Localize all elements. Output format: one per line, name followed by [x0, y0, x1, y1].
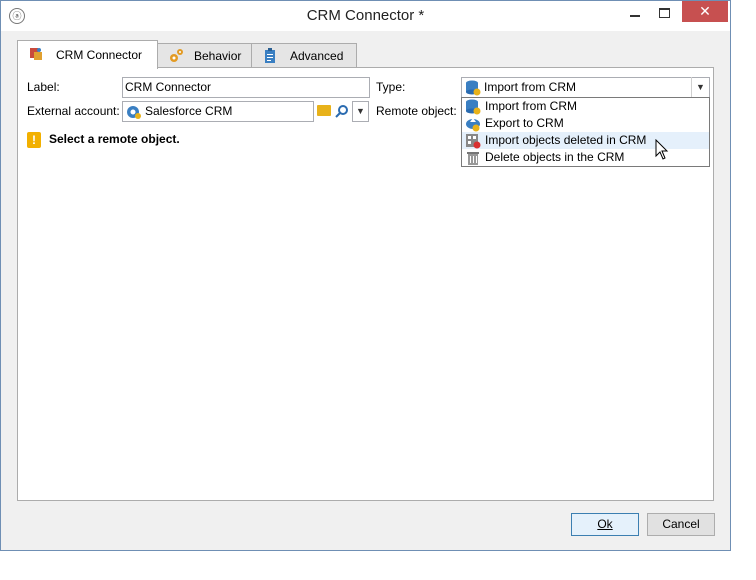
ok-button[interactable]: Ok [571, 513, 639, 536]
delete-grid-icon [466, 134, 481, 149]
option-label: Export to CRM [485, 116, 564, 130]
search-icon[interactable] [335, 104, 349, 118]
external-account-caption: External account: [27, 104, 120, 118]
maximize-button[interactable] [651, 3, 679, 24]
database-import-icon [466, 99, 481, 115]
ok-button-label: Ok [597, 517, 613, 531]
option-label: Import from CRM [485, 99, 578, 113]
clipboard-icon [265, 48, 275, 63]
chevron-down-icon[interactable]: ▼ [691, 77, 709, 98]
option-label: Import objects deleted in CRM [485, 133, 647, 147]
tab-behavior[interactable]: Behavior [157, 43, 252, 68]
gears-icon [170, 49, 183, 62]
tab-label: Advanced [290, 49, 344, 63]
external-account-dropdown[interactable]: ▼ [352, 101, 369, 122]
maximize-icon [659, 8, 670, 18]
trash-icon [467, 152, 479, 165]
close-button[interactable]: ✕ [682, 1, 728, 22]
tab-advanced[interactable]: Advanced [251, 43, 357, 68]
cancel-button[interactable]: Cancel [647, 513, 715, 536]
cancel-button-label: Cancel [662, 517, 700, 531]
option-delete-objects[interactable]: Delete objects in the CRM [462, 149, 709, 166]
tab-crm-connector[interactable]: CRM Connector [17, 40, 158, 69]
tab-label: CRM Connector [56, 48, 143, 62]
database-import-icon [466, 80, 481, 96]
label-caption: Label: [27, 80, 60, 94]
cloud-upload-icon [466, 118, 480, 132]
external-account-value: Salesforce CRM [145, 104, 233, 118]
minimize-icon [630, 15, 640, 17]
type-caption: Type: [376, 80, 406, 94]
tab-label: Behavior [194, 49, 242, 63]
external-account-icon [127, 106, 141, 119]
dialog-window: ⓐ CRM Connector * ✕ CRM Connector Behavi… [0, 0, 731, 551]
label-input[interactable]: CRM Connector [122, 77, 370, 98]
option-export-to-crm[interactable]: Export to CRM [462, 115, 709, 132]
type-dropdown-list: Import from CRM Export to CRM Import obj… [461, 97, 710, 167]
option-import-from-crm[interactable]: Import from CRM [462, 98, 709, 115]
chevron-down-icon: ▼ [356, 106, 365, 116]
minimize-button[interactable] [621, 3, 649, 24]
type-select[interactable]: Import from CRM ▼ [461, 77, 710, 98]
close-icon: ✕ [699, 3, 711, 19]
remote-object-caption: Remote object: [376, 104, 457, 118]
warning-icon: ! [27, 132, 41, 148]
external-account-field[interactable]: Salesforce CRM [122, 101, 314, 122]
option-label: Delete objects in the CRM [485, 150, 625, 164]
option-import-objects-deleted[interactable]: Import objects deleted in CRM [462, 132, 709, 149]
type-select-value: Import from CRM [484, 80, 577, 94]
crm-connector-icon [30, 48, 42, 60]
title-bar[interactable]: ⓐ CRM Connector * ✕ [1, 1, 730, 31]
mouse-cursor-icon [655, 139, 669, 160]
warning-text: Select a remote object. [49, 132, 180, 146]
folder-icon[interactable] [317, 105, 331, 116]
